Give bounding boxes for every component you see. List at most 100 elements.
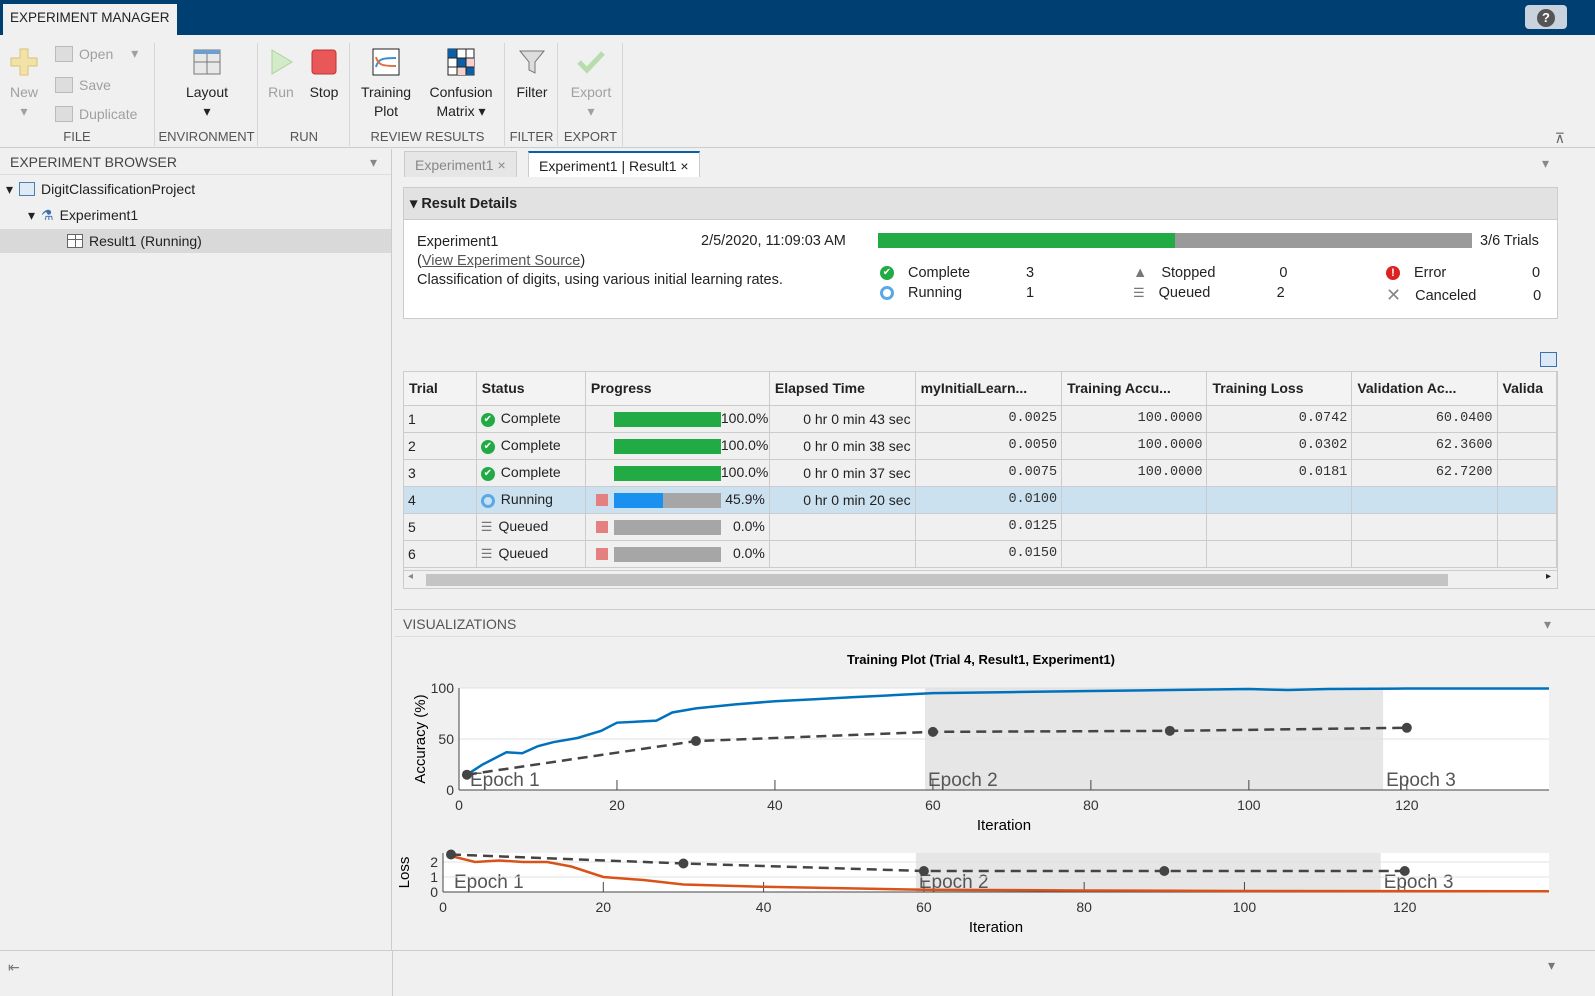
validation-accuracy-cell: 62.3600	[1351, 432, 1498, 460]
column-header[interactable]: Validation Ac...	[1351, 372, 1498, 406]
project-icon	[19, 182, 36, 196]
experiment-description: Classification of digits, using various …	[417, 272, 783, 288]
close-icon[interactable]: ×	[680, 158, 688, 174]
validation-accuracy-cell: 60.0400	[1351, 405, 1498, 433]
table-row[interactable]: 5 ☰ Queued 0.0% 0.0125	[404, 513, 1557, 541]
tab-experiment1[interactable]: Experiment1 ×	[404, 151, 517, 177]
status-cell: ✔ Complete	[476, 459, 586, 487]
x-tick-label: 0	[455, 797, 463, 813]
scroll-down-icon[interactable]: ▾	[1548, 957, 1555, 974]
elapsed-cell: 0 hr 0 min 37 sec	[769, 459, 916, 487]
y-axis-label: Accuracy (%)	[412, 694, 429, 783]
layout-button[interactable]: Layout ▾	[176, 47, 238, 121]
export-button[interactable]: Export ▾	[565, 47, 617, 121]
count-running: Running 1	[880, 285, 1034, 301]
progress-bar	[613, 492, 721, 508]
help-button[interactable]: ?	[1525, 5, 1567, 29]
view-experiment-source-link[interactable]: View Experiment Source	[422, 253, 581, 269]
elapsed-cell	[769, 513, 916, 541]
panel-menu-icon[interactable]: ▾	[1544, 610, 1551, 638]
run-button[interactable]: Run	[265, 47, 297, 102]
run-group: Run Stop RUN	[259, 43, 350, 146]
ring-icon	[880, 285, 900, 301]
trial-cell: 6	[404, 540, 477, 568]
trial-cell: 2	[404, 432, 477, 460]
y-tick-label: 0	[430, 884, 438, 900]
column-header[interactable]: Trial	[404, 372, 477, 406]
column-header[interactable]: Progress	[585, 372, 770, 406]
elapsed-cell	[769, 540, 916, 568]
duplicate-button[interactable]: Duplicate	[55, 106, 137, 122]
accuracy-validation-point	[1164, 725, 1175, 736]
y-tick-label: 50	[438, 731, 454, 747]
table-row[interactable]: 1 ✔ Complete 100.0% 0 hr 0 min 43 sec 0.0…	[404, 405, 1557, 433]
training-accuracy-cell: 100.0000	[1061, 432, 1208, 460]
epoch-label: Epoch 1	[470, 770, 540, 791]
training-accuracy-cell	[1061, 486, 1208, 514]
play-icon	[271, 49, 293, 75]
horizontal-scrollbar[interactable]: ◂ ▸	[404, 570, 1557, 588]
stop-trial-button[interactable]	[595, 494, 608, 507]
app-tab[interactable]: EXPERIMENT MANAGER	[3, 4, 177, 35]
tree-item-result[interactable]: Result1 (Running)	[0, 229, 391, 253]
result-details-header[interactable]: ▾ Result Details	[404, 188, 1557, 220]
stop-button[interactable]: Stop	[305, 47, 343, 102]
table-row[interactable]: 6 ☰ Queued 0.0% 0.0150	[404, 540, 1557, 568]
collapse-left-icon[interactable]: ⇤	[8, 959, 20, 976]
table-row[interactable]: 2 ✔ Complete 100.0% 0 hr 0 min 38 sec 0.0…	[404, 432, 1557, 460]
close-icon[interactable]: ×	[497, 157, 505, 173]
stop-trial-button[interactable]	[595, 521, 608, 534]
folder-icon	[55, 45, 73, 62]
trial-cell: 5	[404, 513, 477, 541]
training-plot-button[interactable]: Training Plot	[357, 47, 415, 121]
y-tick-label: 100	[431, 680, 455, 696]
x-tick-label: 40	[756, 899, 772, 915]
count-canceled: ✕ Canceled 0	[1386, 285, 1542, 305]
filter-group: Filter FILTER	[506, 43, 558, 146]
x-tick-label: 0	[439, 899, 447, 915]
learning-rate-cell: 0.0075	[915, 459, 1063, 487]
filter-button[interactable]: Filter	[512, 47, 552, 102]
title-bar: EXPERIMENT MANAGER ?	[0, 0, 1595, 35]
collapse-toolstrip-icon[interactable]: ⊼	[1555, 130, 1565, 147]
validation-accuracy-cell	[1351, 486, 1498, 514]
stop-trial-button[interactable]	[595, 548, 608, 561]
tabs-menu-icon[interactable]: ▾	[1542, 155, 1549, 172]
training-loss-cell	[1206, 540, 1353, 568]
open-button[interactable]: Open ▾	[55, 45, 138, 62]
tree-item-project[interactable]: ▾ DigitClassificationProject	[6, 177, 195, 201]
x-tick-label: 60	[925, 797, 941, 813]
y-axis-label: Loss	[396, 857, 413, 889]
new-button[interactable]: New ▾	[6, 47, 42, 121]
x-tick-label: 100	[1237, 797, 1261, 813]
x-tick-label: 80	[1083, 797, 1099, 813]
column-header[interactable]: Valida	[1497, 372, 1557, 406]
tree-item-experiment[interactable]: ▾ ⚗ Experiment1	[28, 203, 138, 227]
progress-bar	[613, 546, 721, 562]
column-select-icon[interactable]	[1540, 352, 1557, 367]
result-details-panel: ▾ Result Details Experiment1 (View Exper…	[403, 187, 1558, 319]
x-tick-label: 120	[1393, 899, 1417, 915]
status-icon: ✔	[480, 410, 501, 427]
y-tick-label: 2	[430, 854, 438, 870]
column-header[interactable]: Training Loss	[1206, 372, 1353, 406]
save-button[interactable]: Save	[55, 77, 111, 93]
table-row[interactable]: 3 ✔ Complete 100.0% 0 hr 0 min 37 sec 0.0…	[404, 459, 1557, 487]
training-loss-cell	[1206, 513, 1353, 541]
column-header[interactable]: Status	[476, 372, 586, 406]
count-error: ! Error 0	[1386, 265, 1540, 281]
queue-icon: ☰	[1133, 285, 1145, 300]
table-row[interactable]: 4 Running 45.9% 0 hr 0 min 20 sec 0.0100	[404, 486, 1557, 514]
chart-title: Training Plot (Trial 4, Result1, Experim…	[847, 652, 1115, 667]
trials-progress-bar	[878, 233, 1472, 248]
scrollbar-thumb[interactable]	[426, 574, 1448, 586]
confusion-matrix-button[interactable]: Confusion Matrix ▾	[423, 47, 499, 121]
training-accuracy-cell	[1061, 513, 1208, 541]
column-header[interactable]: Elapsed Time	[769, 372, 916, 406]
x-axis-label: Iteration	[977, 817, 1031, 834]
column-header[interactable]: Training Accu...	[1061, 372, 1208, 406]
count-queued: ☰ Queued 2	[1133, 285, 1285, 301]
panel-menu-icon[interactable]: ▾	[370, 149, 377, 175]
tab-result1[interactable]: Experiment1 | Result1 ×	[528, 151, 700, 177]
column-header[interactable]: myInitialLearn...	[915, 372, 1063, 406]
